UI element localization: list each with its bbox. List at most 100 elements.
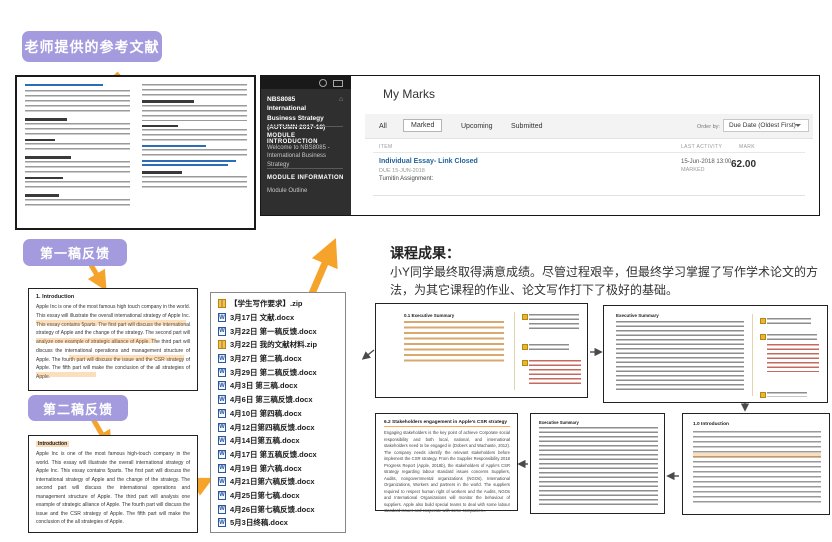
word-file-icon	[218, 313, 226, 322]
assignment-type: Turnitin Assignment:	[379, 176, 433, 182]
label-second-draft-feedback: 第二稿反馈	[28, 395, 128, 421]
result-doc-a-exec-summary: 0.1 Executive Summary	[375, 303, 588, 398]
result-doc-e-body: Engaging stakeholders is the key point o…	[384, 430, 510, 515]
draft2-doc-thumbnail: Introduction Apple Inc is one of the mos…	[28, 435, 198, 533]
word-file-icon	[218, 518, 226, 527]
arrow-draft1	[91, 265, 103, 285]
word-file-icon	[218, 395, 226, 404]
search-circle-icon[interactable]	[319, 79, 327, 87]
label-first-draft-feedback: 第一稿反馈	[23, 239, 127, 266]
list-item[interactable]: 【学生写作要求】.zip	[211, 297, 345, 311]
zip-file-icon	[218, 340, 226, 349]
hyperlink-line	[142, 145, 206, 147]
file-name: 4月3日 第三稿.docx	[230, 380, 298, 391]
hyperlink-line	[142, 164, 228, 166]
sidebar-item-module-outline[interactable]: Module Outline	[267, 187, 347, 195]
draft2-body: Apple Inc is one of the most famous high…	[36, 450, 190, 527]
lms-page-title: My Marks	[383, 87, 435, 101]
file-name: 5月3日终稿.docx	[230, 517, 288, 528]
list-item[interactable]: 3月17日 文献.docx	[211, 311, 345, 325]
comment-icon	[760, 318, 766, 324]
reference-doc-right-page	[142, 84, 247, 223]
file-name: 4月21日第六稿反馈.docx	[230, 476, 315, 487]
column-item: ITEM	[379, 144, 393, 150]
comment-icon	[522, 314, 528, 320]
word-file-icon	[218, 464, 226, 473]
mark-value: 62.00	[731, 159, 756, 170]
list-item[interactable]: 4月21日第六稿反馈.docx	[211, 475, 345, 489]
result-doc-c-introduction: 1.0 Introduction	[682, 413, 830, 515]
tab-marked[interactable]: Marked	[403, 119, 442, 132]
list-item[interactable]: 4月19日 第六稿.docx	[211, 461, 345, 475]
list-item[interactable]: 3月22日 第一稿反馈.docx	[211, 324, 345, 338]
result-doc-e-heading: 6.2 Stakeholders engagement in Apple's C…	[384, 420, 510, 427]
order-by-label: Order by:	[697, 124, 720, 130]
assignment-due: DUE 15-JUN-2018	[379, 168, 425, 174]
list-item[interactable]: 4月3日 第三稿.docx	[211, 379, 345, 393]
column-last-activity: LAST ACTIVITY	[681, 144, 722, 150]
file-name: 4月6日 第三稿反馈.docx	[230, 394, 313, 405]
file-name: 4月19日 第六稿.docx	[230, 463, 302, 474]
file-name: 3月17日 文献.docx	[230, 312, 294, 323]
tab-upcoming[interactable]: Upcoming	[461, 123, 493, 130]
file-name: 3月22日 我的文献材料.zip	[230, 339, 317, 350]
list-item[interactable]: 4月10日 第四稿.docx	[211, 407, 345, 421]
file-name: 3月29日 第二稿反馈.docx	[230, 367, 317, 378]
reference-doc-thumbnail	[15, 75, 256, 230]
result-doc-c-heading: 1.0 Introduction	[693, 422, 729, 427]
list-item[interactable]: 3月29日 第二稿反馈.docx	[211, 365, 345, 379]
comment-icon	[522, 344, 528, 350]
draft2-heading: Introduction	[36, 441, 69, 447]
chevron-down-icon	[795, 124, 801, 127]
lms-screenshot: NBS8085 International Business Strategy …	[260, 75, 820, 216]
file-name: 4月25日第七稿.docx	[230, 490, 300, 501]
list-item[interactable]: 4月25日第七稿.docx	[211, 489, 345, 503]
word-file-icon	[218, 491, 226, 500]
arrow-a-to-files	[364, 350, 374, 358]
word-file-icon	[218, 505, 226, 514]
list-item[interactable]: 3月22日 我的文献材料.zip	[211, 338, 345, 352]
result-doc-d-exec-summary: Executive Summary	[530, 413, 665, 514]
file-name: 【学生写作要求】.zip	[230, 298, 303, 309]
lms-sidebar-topbar	[261, 76, 351, 89]
list-item[interactable]: 3月27日 第二稿.docx	[211, 352, 345, 366]
hyperlink-line	[142, 160, 236, 162]
last-activity-value: 15-Jun-2018 13:00	[681, 159, 731, 165]
word-file-icon	[218, 381, 226, 390]
marks-panel: All Marked Upcoming Submitted Order by: …	[365, 114, 813, 210]
comment-icon	[760, 392, 766, 398]
reference-doc-left-page	[25, 84, 130, 223]
list-item[interactable]: 4月12日第四稿反馈.docx	[211, 420, 345, 434]
draft1-heading: 1. Introduction	[36, 294, 74, 300]
file-name: 4月14日第五稿.docx	[230, 435, 300, 446]
list-item[interactable]: 5月3日终稿.docx	[211, 516, 345, 530]
list-item[interactable]: 4月17日 第五稿反馈.docx	[211, 448, 345, 462]
result-doc-b-exec-summary: Executive Summary	[603, 305, 828, 403]
comment-icon	[522, 360, 528, 366]
result-doc-d-heading: Executive Summary	[539, 420, 579, 425]
label-teacher-references: 老师提供的参考文献	[22, 31, 162, 62]
course-title[interactable]: NBS8085 International Business Strategy …	[267, 95, 333, 133]
outcome-heading: 课程成果：	[390, 243, 460, 263]
file-name: 3月22日 第一稿反馈.docx	[230, 326, 317, 337]
word-file-icon	[218, 450, 226, 459]
tab-all[interactable]: All	[379, 123, 387, 130]
result-doc-a-heading: 0.1 Executive Summary	[404, 313, 454, 318]
word-file-icon	[218, 327, 226, 336]
list-item[interactable]: 4月6日 第三稿反馈.docx	[211, 393, 345, 407]
zip-file-icon	[218, 299, 226, 308]
marks-table: ITEM LAST ACTIVITY MARK Individual Essay…	[365, 138, 813, 211]
word-file-icon	[218, 354, 226, 363]
home-icon[interactable]: ⌂	[339, 96, 343, 103]
assignment-link[interactable]: Individual Essay- Link Closed	[379, 158, 478, 165]
collage-canvas: 老师提供的参考文献 第一稿反馈 第二稿反馈	[0, 0, 832, 542]
file-name: 3月27日 第二稿.docx	[230, 353, 302, 364]
list-item[interactable]: 4月26日第七稿反馈.docx	[211, 502, 345, 516]
tab-submitted[interactable]: Submitted	[511, 123, 543, 130]
sidebar-item-welcome[interactable]: Welcome to NBS8085 - International Busin…	[267, 144, 347, 169]
list-item[interactable]: 4月14日第五稿.docx	[211, 434, 345, 448]
file-name: 4月10日 第四稿.docx	[230, 408, 302, 419]
lms-sidebar: NBS8085 International Business Strategy …	[261, 76, 351, 215]
outcome-body: 小Y同学最终取得满意成绩。尽管过程艰辛，但最终学习掌握了写作学术论文的方法，为其…	[390, 263, 832, 299]
folder-icon[interactable]	[333, 80, 343, 87]
